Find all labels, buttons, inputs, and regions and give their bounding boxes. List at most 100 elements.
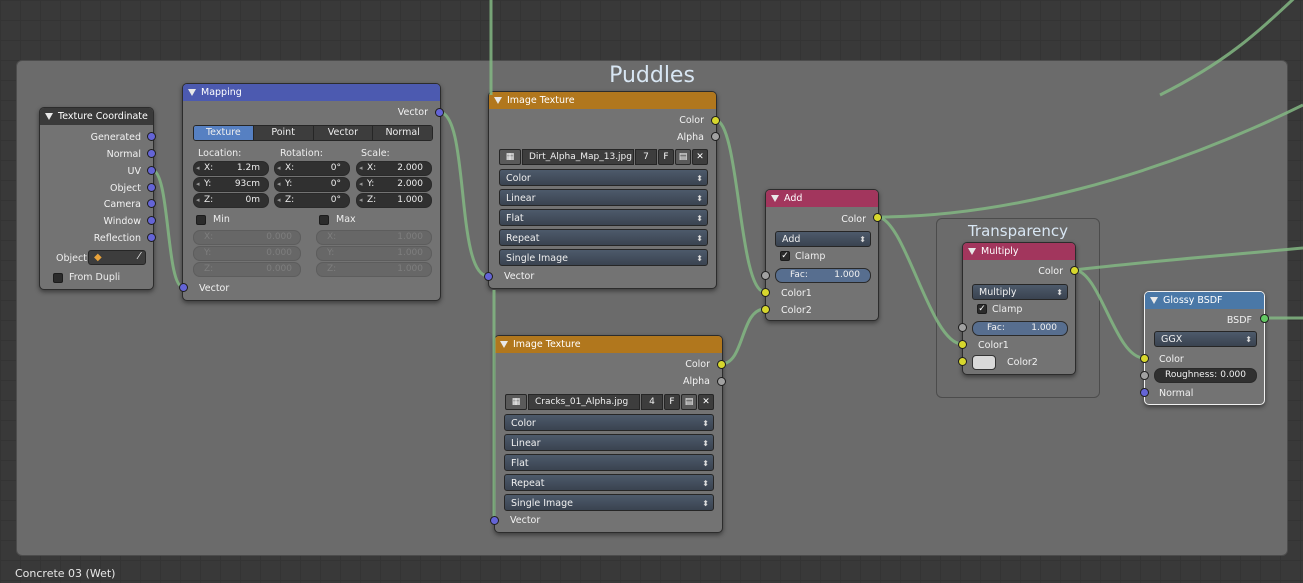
socket-glossy-normal-in[interactable] bbox=[1140, 388, 1149, 397]
tab-vector[interactable]: Vector bbox=[313, 126, 374, 140]
socket-add-color-out[interactable] bbox=[873, 213, 882, 222]
scale-y-field[interactable]: ◂ Y: 2.000 bbox=[356, 177, 432, 192]
socket-glossy-color-in[interactable] bbox=[1140, 354, 1149, 363]
close-icon[interactable]: ✕ bbox=[692, 149, 708, 165]
extension-dropdown[interactable]: Repeat ⬍ bbox=[499, 229, 708, 246]
socket-image2-vector-in[interactable] bbox=[490, 516, 499, 525]
collapse-triangle-icon[interactable] bbox=[494, 97, 502, 104]
collapse-triangle-icon[interactable] bbox=[968, 248, 976, 255]
color-space-dropdown[interactable]: Color ⬍ bbox=[504, 414, 714, 431]
image-browse-icon[interactable]: ▦ bbox=[499, 149, 521, 165]
tab-point[interactable]: Point bbox=[253, 126, 314, 140]
color-space-dropdown[interactable]: Color ⬍ bbox=[499, 169, 708, 186]
rotation-z-field[interactable]: ◂ Z: 0° bbox=[274, 193, 350, 208]
collapse-triangle-icon[interactable] bbox=[188, 89, 196, 96]
color2-swatch[interactable] bbox=[972, 355, 996, 370]
node-image-texture-1[interactable]: Image Texture Color Alpha ▦ Dirt_Alpha_M… bbox=[488, 91, 717, 289]
clamp-checkbox[interactable]: ✓ bbox=[780, 251, 790, 261]
interpolation-dropdown[interactable]: Linear ⬍ bbox=[504, 434, 714, 451]
node-mix-add[interactable]: Add Color Add ⬍ ✓ Clamp Fac: 1.000 Color1 … bbox=[765, 189, 879, 321]
collapse-triangle-icon[interactable] bbox=[1150, 297, 1158, 304]
location-z-field[interactable]: ◂ Z: 0m bbox=[193, 193, 269, 208]
socket-multiply-fac-in[interactable] bbox=[958, 323, 967, 332]
socket-image2-color-out[interactable] bbox=[717, 360, 726, 369]
socket-mapping-vector-out[interactable] bbox=[435, 108, 444, 117]
socket-add-fac-in[interactable] bbox=[761, 271, 770, 280]
node-glossy-bsdf[interactable]: Glossy BSDF BSDF GGX ⬍ Color Roughness: 0.… bbox=[1144, 291, 1265, 405]
collapse-triangle-icon[interactable] bbox=[500, 341, 508, 348]
roughness-slider[interactable]: Roughness: 0.000 bbox=[1154, 368, 1257, 383]
open-folder-icon[interactable]: ▤ bbox=[675, 149, 691, 165]
source-dropdown[interactable]: Single Image ⬍ bbox=[499, 249, 708, 266]
socket-image1-vector-in[interactable] bbox=[484, 272, 493, 281]
fake-user-button[interactable]: F bbox=[658, 149, 674, 165]
socket-add-color2-in[interactable] bbox=[761, 305, 770, 314]
max-x-field[interactable]: X: 1.000 bbox=[316, 230, 432, 245]
socket-multiply-color-out[interactable] bbox=[1070, 266, 1079, 275]
socket-image2-alpha-out[interactable] bbox=[717, 377, 726, 386]
node-header[interactable]: Multiply bbox=[963, 243, 1075, 260]
node-header[interactable]: Glossy BSDF bbox=[1145, 292, 1264, 309]
rotation-y-field[interactable]: ◂ Y: 0° bbox=[274, 177, 350, 192]
scale-x-field[interactable]: ◂ X: 2.000 bbox=[356, 161, 432, 176]
collapse-triangle-icon[interactable] bbox=[771, 195, 779, 202]
projection-dropdown[interactable]: Flat ⬍ bbox=[504, 454, 714, 471]
image-users-count[interactable]: 4 bbox=[641, 394, 663, 410]
socket-glossy-bsdf-out[interactable] bbox=[1260, 314, 1269, 323]
blend-mode-dropdown[interactable]: Add ⬍ bbox=[775, 231, 871, 247]
socket-mapping-vector-in[interactable] bbox=[179, 283, 188, 292]
node-header[interactable]: Image Texture bbox=[489, 92, 716, 109]
socket-multiply-color1-in[interactable] bbox=[958, 340, 967, 349]
image-name-field[interactable]: Dirt_Alpha_Map_13.jpg bbox=[522, 149, 634, 165]
fake-user-button[interactable]: F bbox=[664, 394, 680, 410]
image-users-count[interactable]: 7 bbox=[635, 149, 657, 165]
max-z-field[interactable]: Z: 1.000 bbox=[316, 262, 432, 277]
extension-dropdown[interactable]: Repeat ⬍ bbox=[504, 474, 714, 491]
min-checkbox[interactable] bbox=[196, 215, 206, 225]
socket-uv-out[interactable] bbox=[147, 166, 156, 175]
mapping-type-selector[interactable]: Texture Point Vector Normal bbox=[193, 125, 433, 141]
clamp-checkbox[interactable]: ✓ bbox=[977, 304, 987, 314]
node-texture-coordinate[interactable]: Texture Coordinate Generated Normal UV O… bbox=[39, 107, 154, 290]
fac-slider[interactable]: Fac: 1.000 bbox=[775, 268, 871, 283]
node-mix-multiply[interactable]: Multiply Color Multiply ⬍ ✓ Clamp Fac: 1.0… bbox=[962, 242, 1076, 375]
socket-reflection-out[interactable] bbox=[147, 233, 156, 242]
node-image-texture-2[interactable]: Image Texture Color Alpha ▦ Cracks_01_Al… bbox=[494, 335, 723, 533]
socket-camera-out[interactable] bbox=[147, 199, 156, 208]
projection-dropdown[interactable]: Flat ⬍ bbox=[499, 209, 708, 226]
interpolation-dropdown[interactable]: Linear ⬍ bbox=[499, 189, 708, 206]
node-header[interactable]: Mapping bbox=[183, 84, 440, 101]
scale-z-field[interactable]: ◂ Z: 1.000 bbox=[356, 193, 432, 208]
tab-normal[interactable]: Normal bbox=[373, 126, 432, 140]
socket-image1-alpha-out[interactable] bbox=[711, 132, 720, 141]
socket-image1-color-out[interactable] bbox=[711, 116, 720, 125]
socket-multiply-color2-in[interactable] bbox=[958, 357, 967, 366]
node-header[interactable]: Add bbox=[766, 190, 878, 207]
from-dupli-checkbox[interactable] bbox=[53, 273, 63, 283]
max-checkbox[interactable] bbox=[319, 215, 329, 225]
min-x-field[interactable]: X: 0.000 bbox=[193, 230, 301, 245]
blend-mode-dropdown[interactable]: Multiply ⬍ bbox=[972, 284, 1068, 300]
socket-normal-out[interactable] bbox=[147, 149, 156, 158]
socket-generated-out[interactable] bbox=[147, 132, 156, 141]
location-y-field[interactable]: ◂ Y: 93cm bbox=[193, 177, 269, 192]
object-picker-field[interactable]: ◆ ⁄ bbox=[88, 250, 146, 265]
close-icon[interactable]: ✕ bbox=[698, 394, 714, 410]
fac-slider[interactable]: Fac: 1.000 bbox=[972, 321, 1068, 336]
min-z-field[interactable]: Z: 0.000 bbox=[193, 262, 301, 277]
tab-texture[interactable]: Texture bbox=[194, 126, 254, 140]
rotation-x-field[interactable]: ◂ X: 0° bbox=[274, 161, 350, 176]
collapse-triangle-icon[interactable] bbox=[45, 113, 53, 120]
eyedropper-icon[interactable]: ⁄ bbox=[138, 251, 140, 262]
image-browse-icon[interactable]: ▦ bbox=[505, 394, 527, 410]
open-folder-icon[interactable]: ▤ bbox=[681, 394, 697, 410]
node-mapping[interactable]: Mapping Vector Texture Point Vector Norm… bbox=[182, 83, 441, 301]
min-y-field[interactable]: Y: 0.000 bbox=[193, 246, 301, 261]
node-header[interactable]: Image Texture bbox=[495, 336, 722, 353]
location-x-field[interactable]: ◂ X: 1.2m bbox=[193, 161, 269, 176]
socket-glossy-roughness-in[interactable] bbox=[1140, 371, 1149, 380]
node-header[interactable]: Texture Coordinate bbox=[40, 108, 153, 125]
distribution-dropdown[interactable]: GGX ⬍ bbox=[1154, 331, 1257, 347]
max-y-field[interactable]: Y: 1.000 bbox=[316, 246, 432, 261]
source-dropdown[interactable]: Single Image ⬍ bbox=[504, 494, 714, 511]
